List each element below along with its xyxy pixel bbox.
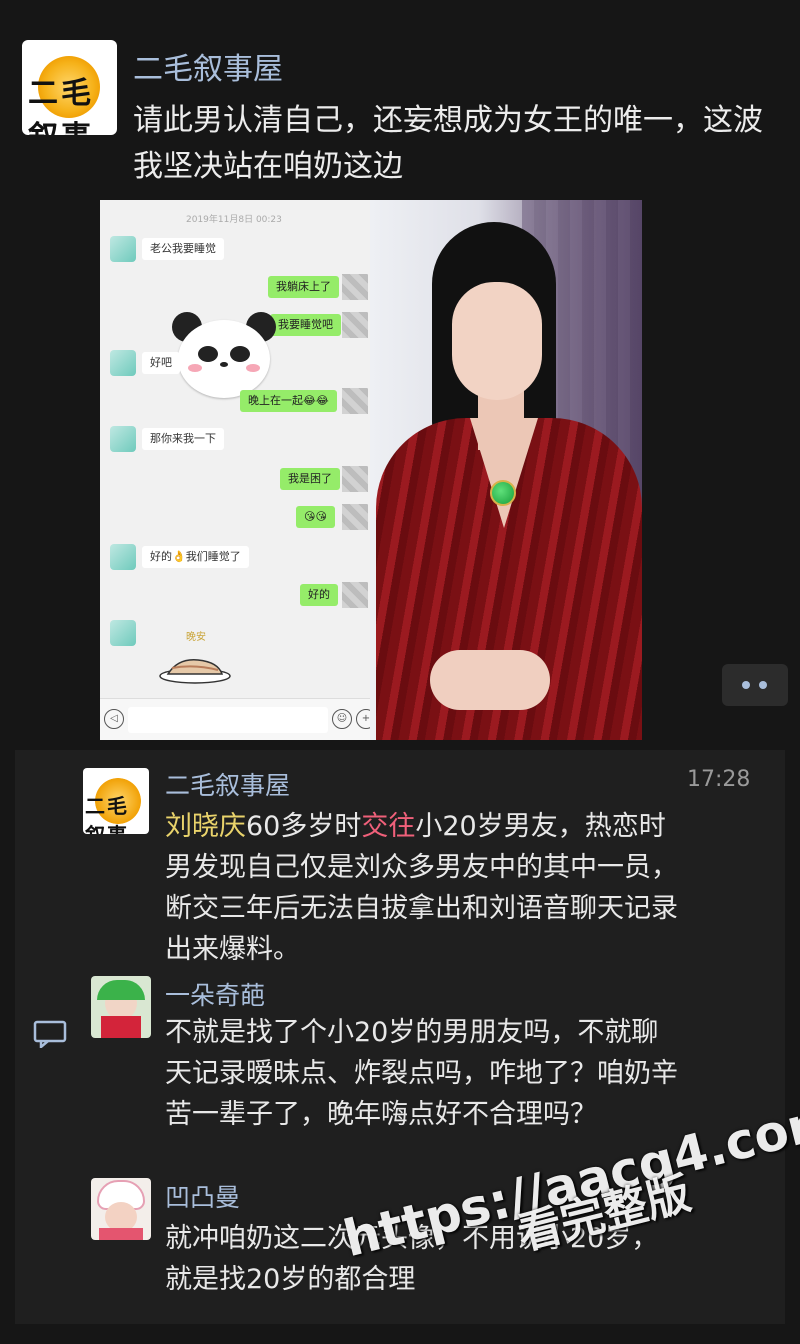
dot <box>742 681 750 689</box>
chat-bubble-right: 我要睡觉吧 <box>270 314 341 336</box>
author-avatar[interactable]: 二毛叙事 <box>22 40 117 135</box>
comment-text-part: 60多岁时 <box>246 811 362 842</box>
panda-head <box>178 320 270 398</box>
portrait-photo <box>370 200 642 740</box>
chat-avatar-right <box>342 582 368 608</box>
portrait-face <box>452 282 542 400</box>
chat-avatar-right <box>342 388 368 414</box>
avatar-logo-text: 二毛叙事 <box>28 76 94 135</box>
emoji-icon: ☺ <box>332 709 352 729</box>
author-name[interactable]: 二毛叙事屋 <box>133 44 283 88</box>
panda-nose <box>220 362 228 367</box>
avatar-hood <box>97 980 145 1000</box>
voice-icon: ◁ <box>104 709 124 729</box>
chat-input-bar: ◁ ☺ + <box>100 698 376 740</box>
highlight-name: 刘晓庆 <box>165 811 246 842</box>
panda-cheek <box>246 364 260 372</box>
avatar-logo-text: 二毛叙事 <box>85 794 129 834</box>
chat-input-field <box>128 707 328 733</box>
chat-avatar-right <box>342 504 368 530</box>
jade-pendant <box>490 480 516 506</box>
chat-bubble-right: 😘😘 <box>296 506 335 528</box>
comment-text: 不就是找了个小20岁的男朋友吗，不就聊天记录暧昧点、炸裂点吗，咋地了？咱奶辛苦一… <box>165 1017 678 1130</box>
comment-avatar[interactable] <box>91 1178 151 1240</box>
panda-eye <box>198 346 218 362</box>
chat-avatar-left <box>110 426 136 452</box>
post-image[interactable]: 2019年11月8日 00:23 老公我要睡觉 我躺床上了 我要睡觉吧 好吧 晚… <box>100 200 642 740</box>
more-dots-icon[interactable] <box>722 664 788 706</box>
chat-avatar-left <box>110 544 136 570</box>
comment-avatar[interactable]: 二毛叙事 <box>83 768 149 834</box>
panda-eye <box>230 346 250 362</box>
highlight-verb: 交往 <box>361 811 416 842</box>
chat-bubble-left: 老公我要睡觉 <box>142 238 224 260</box>
chat-bubble-right: 我是困了 <box>280 468 340 490</box>
chat-bubble-left: 好吧 <box>142 352 180 374</box>
chat-avatar-right <box>342 312 368 338</box>
chat-avatar-left <box>110 350 136 376</box>
chat-bubble-right: 晚上在一起😂😂 <box>240 390 337 412</box>
chat-date: 2019年11月8日 00:23 <box>186 215 282 225</box>
avatar-clothes <box>101 1016 141 1038</box>
comment-avatar[interactable] <box>91 976 151 1038</box>
post-text: 请此男认清自己，还妄想成为女王的唯一，这波我坚决站在咱奶这边 <box>133 103 763 184</box>
portrait-hands <box>430 650 550 710</box>
dot <box>759 681 767 689</box>
avatar-clothes <box>99 1228 143 1240</box>
chat-bubble-left: 那你来我一下 <box>142 428 224 450</box>
chat-avatar-left <box>110 620 136 646</box>
comment-bubble-icon[interactable] <box>33 1020 67 1048</box>
chat-avatar-right <box>342 466 368 492</box>
chat-avatar-right <box>342 274 368 300</box>
portrait-neckline <box>470 418 538 528</box>
chat-screenshot: 2019年11月8日 00:23 老公我要睡觉 我躺床上了 我要睡觉吧 好吧 晚… <box>100 200 376 740</box>
comment-text: 刘晓庆60多岁时交往小20岁男友，热恋时男发现自己仅是刘众多男友中的其中一员，断… <box>165 806 685 970</box>
comment-author[interactable]: 二毛叙事屋 <box>165 766 290 802</box>
panda-sticker <box>172 312 276 400</box>
sticker-caption: 晚安 <box>186 632 206 643</box>
comment-author[interactable]: 一朵奇葩 <box>165 976 265 1012</box>
chat-bubble-right: 好的 <box>300 584 338 606</box>
cake-sticker <box>159 659 231 684</box>
panda-cheek <box>188 364 202 372</box>
moment-post: 二毛叙事 二毛叙事屋 请此男认清自己，还妄想成为女王的唯一，这波我坚决站在咱奶这… <box>0 0 800 1344</box>
chat-bubble-right: 我躺床上了 <box>268 276 339 298</box>
chat-bubble-left: 好的👌我们睡觉了 <box>142 546 249 568</box>
comment-author[interactable]: 凹凸曼 <box>165 1178 240 1214</box>
comment-time: 17:28 <box>687 767 751 792</box>
chat-avatar-left <box>110 236 136 262</box>
